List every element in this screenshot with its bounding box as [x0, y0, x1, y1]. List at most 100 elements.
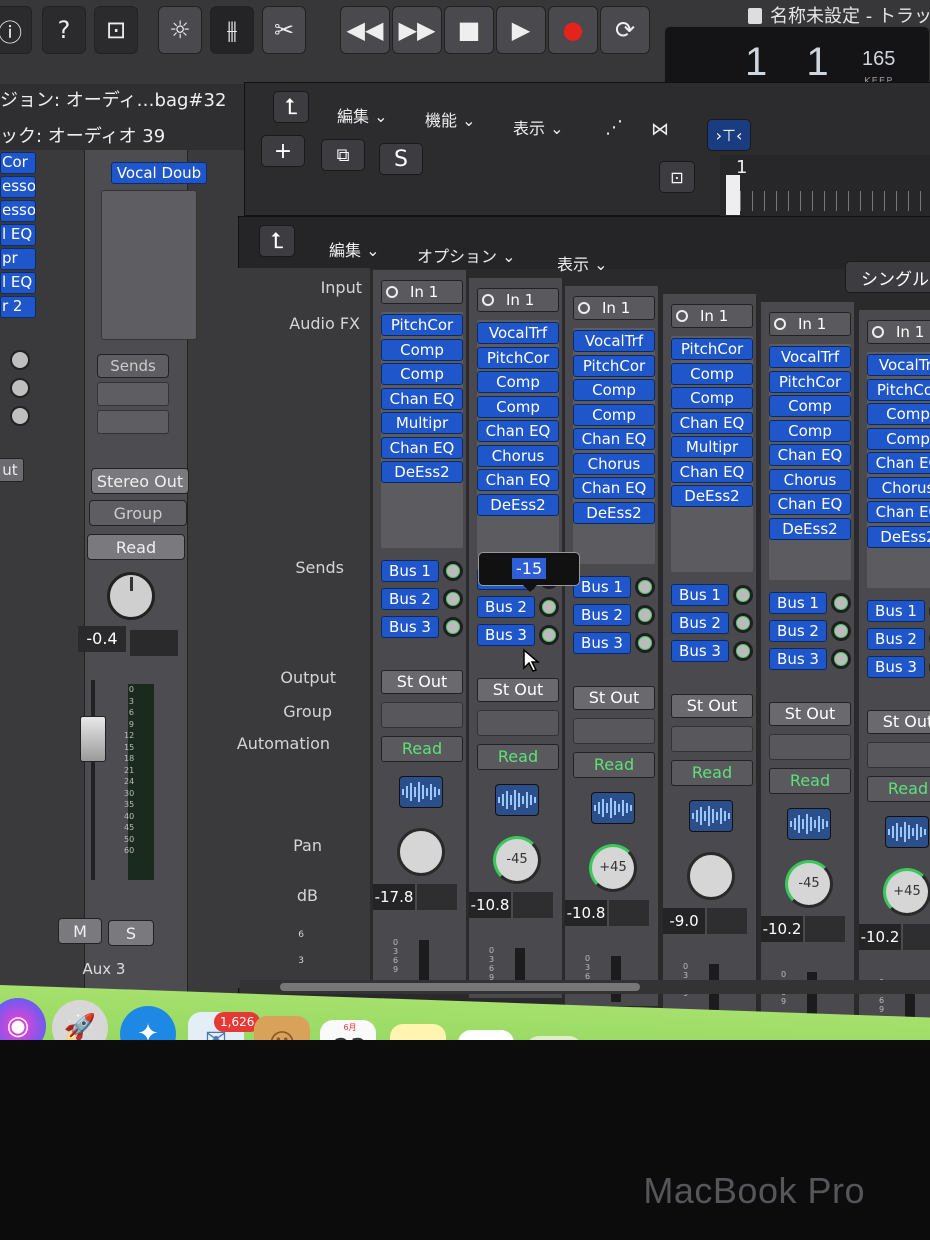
- plugin-slot[interactable]: pr: [0, 248, 36, 270]
- plugin-slot[interactable]: Comp: [867, 427, 930, 450]
- send-slot[interactable]: Bus 3: [477, 624, 535, 646]
- output-button[interactable]: St Out: [769, 702, 851, 726]
- volume-fader[interactable]: [80, 680, 106, 880]
- plugin-slot[interactable]: Comp: [573, 403, 655, 426]
- waveform-icon[interactable]: [495, 784, 539, 816]
- send-slot[interactable]: Bus 1: [769, 592, 827, 614]
- group-slot[interactable]: [381, 702, 463, 728]
- cycle-icon[interactable]: ⟳: [600, 6, 650, 54]
- rewind-icon[interactable]: ◀◀: [340, 6, 390, 54]
- catch-mode-icon[interactable]: ›⊤‹: [707, 119, 751, 151]
- fader-cap[interactable]: [80, 716, 106, 762]
- group-slot[interactable]: [671, 726, 753, 752]
- plugin-slot[interactable]: Comp: [477, 395, 559, 418]
- plugin-slot[interactable]: Chan EQ: [671, 460, 753, 483]
- back-arrow-icon[interactable]: ⮤: [259, 225, 295, 257]
- duplicate-icon[interactable]: ⧉: [321, 139, 365, 171]
- automation-button[interactable]: Read: [769, 768, 851, 794]
- plugin-slot[interactable]: PitchCor: [477, 346, 559, 369]
- group-slot[interactable]: [477, 710, 559, 736]
- plugin-slot[interactable]: Chan EQ: [381, 387, 463, 410]
- plugin-slot[interactable]: Comp: [381, 338, 463, 361]
- plugin-slot[interactable]: Vocal Doub: [111, 162, 207, 184]
- send-slot[interactable]: Bus 3: [671, 640, 729, 662]
- send-level-knob[interactable]: [831, 593, 851, 613]
- mixer-icon[interactable]: ⫵: [210, 6, 254, 54]
- input-button[interactable]: In 1: [867, 320, 930, 344]
- menu-functions[interactable]: 機能 ⌄: [425, 107, 476, 131]
- horizontal-scrollbar[interactable]: [240, 980, 930, 994]
- plugin-slot[interactable]: DeEss2: [573, 501, 655, 524]
- menu-edit[interactable]: 編集 ⌄: [337, 103, 388, 127]
- pan-knob[interactable]: -45: [785, 860, 833, 908]
- send-level-knob[interactable]: [10, 378, 30, 398]
- send-slot[interactable]: Bus 1: [671, 584, 729, 606]
- fast-forward-icon[interactable]: ▶▶: [392, 6, 442, 54]
- group-slot[interactable]: [769, 734, 851, 760]
- collapse-icon[interactable]: ⊡: [659, 161, 695, 193]
- send-level-knob[interactable]: [443, 589, 463, 609]
- group-slot[interactable]: [573, 718, 655, 744]
- plugin-slot[interactable]: Chan EQ: [573, 477, 655, 499]
- output-button[interactable]: ut: [0, 458, 24, 482]
- automation-button[interactable]: Read: [867, 776, 930, 802]
- mute-button[interactable]: M: [58, 918, 102, 944]
- plugin-slot[interactable]: VocalTrf: [573, 330, 655, 352]
- plugin-slot[interactable]: Multipr: [671, 436, 753, 458]
- pan-knob[interactable]: +45: [883, 868, 930, 916]
- output-button[interactable]: St Out: [867, 710, 930, 734]
- timeline-ruler[interactable]: 1: [720, 155, 930, 217]
- plugin-slot[interactable]: r 2: [0, 296, 36, 318]
- send-level-knob[interactable]: [443, 617, 463, 637]
- automation-curve-icon[interactable]: ⋰: [605, 117, 623, 138]
- record-icon[interactable]: ●: [548, 6, 598, 54]
- plugin-slot[interactable]: Chan EQ: [573, 428, 655, 450]
- send-slot[interactable]: [97, 410, 169, 434]
- group-slot[interactable]: [867, 742, 930, 768]
- send-level-knob[interactable]: [831, 621, 851, 641]
- send-level-knob[interactable]: [10, 406, 30, 426]
- automation-button[interactable]: Read: [477, 744, 559, 770]
- plugin-slot[interactable]: essor: [0, 176, 36, 198]
- plugin-slot[interactable]: PitchCor: [867, 378, 930, 401]
- db-value[interactable]: -0.4: [78, 626, 126, 652]
- automation-button[interactable]: Read: [381, 736, 463, 762]
- plugin-slot[interactable]: Comp: [477, 371, 559, 393]
- send-slot[interactable]: Bus 2: [671, 612, 729, 634]
- input-button[interactable]: In 1: [573, 296, 655, 320]
- output-button[interactable]: St Out: [381, 670, 463, 694]
- plugin-slot[interactable]: DeEss2: [671, 485, 753, 507]
- plugin-slot[interactable]: Chan EQ: [769, 493, 851, 515]
- output-button[interactable]: Stereo Out: [91, 468, 189, 494]
- plugin-slot[interactable]: Chan EQ: [381, 436, 463, 459]
- output-button[interactable]: St Out: [573, 686, 655, 710]
- send-slot[interactable]: [97, 382, 169, 406]
- send-level-knob[interactable]: [635, 605, 655, 625]
- plugin-slot[interactable]: essor: [0, 200, 36, 222]
- single-view-button[interactable]: シングル: [845, 261, 930, 293]
- plugin-slot[interactable]: Comp: [769, 395, 851, 417]
- back-arrow-icon[interactable]: ⮤: [273, 91, 309, 123]
- plugin-slot[interactable]: Chan EQ: [477, 469, 559, 491]
- plugin-slot[interactable]: DeEss2: [867, 525, 930, 548]
- smart-controls-icon[interactable]: ☼: [158, 6, 202, 54]
- db-value[interactable]: -9.0: [663, 908, 705, 934]
- send-level-knob[interactable]: [539, 597, 559, 617]
- plugin-slot[interactable]: Chan EQ: [671, 411, 753, 434]
- plugin-slot[interactable]: Comp: [671, 387, 753, 409]
- menu-view[interactable]: 表示 ⌄: [513, 115, 564, 139]
- output-button[interactable]: St Out: [477, 678, 559, 702]
- pan-knob[interactable]: [107, 572, 155, 620]
- waveform-icon[interactable]: [689, 800, 733, 832]
- plugin-slot[interactable]: Chan EQ: [867, 501, 930, 523]
- input-button[interactable]: In 1: [769, 312, 851, 336]
- send-slot[interactable]: Bus 3: [867, 656, 925, 678]
- send-level-knob[interactable]: [635, 577, 655, 597]
- pan-knob[interactable]: [687, 852, 735, 900]
- input-button[interactable]: In 1: [381, 280, 463, 304]
- plugin-slot[interactable]: Comp: [769, 419, 851, 442]
- menu-options[interactable]: オプション ⌄: [417, 243, 516, 267]
- plugin-slot[interactable]: Chorus: [573, 452, 655, 475]
- plugin-slot[interactable]: VocalTrf: [477, 322, 559, 344]
- send-level-knob[interactable]: [635, 633, 655, 653]
